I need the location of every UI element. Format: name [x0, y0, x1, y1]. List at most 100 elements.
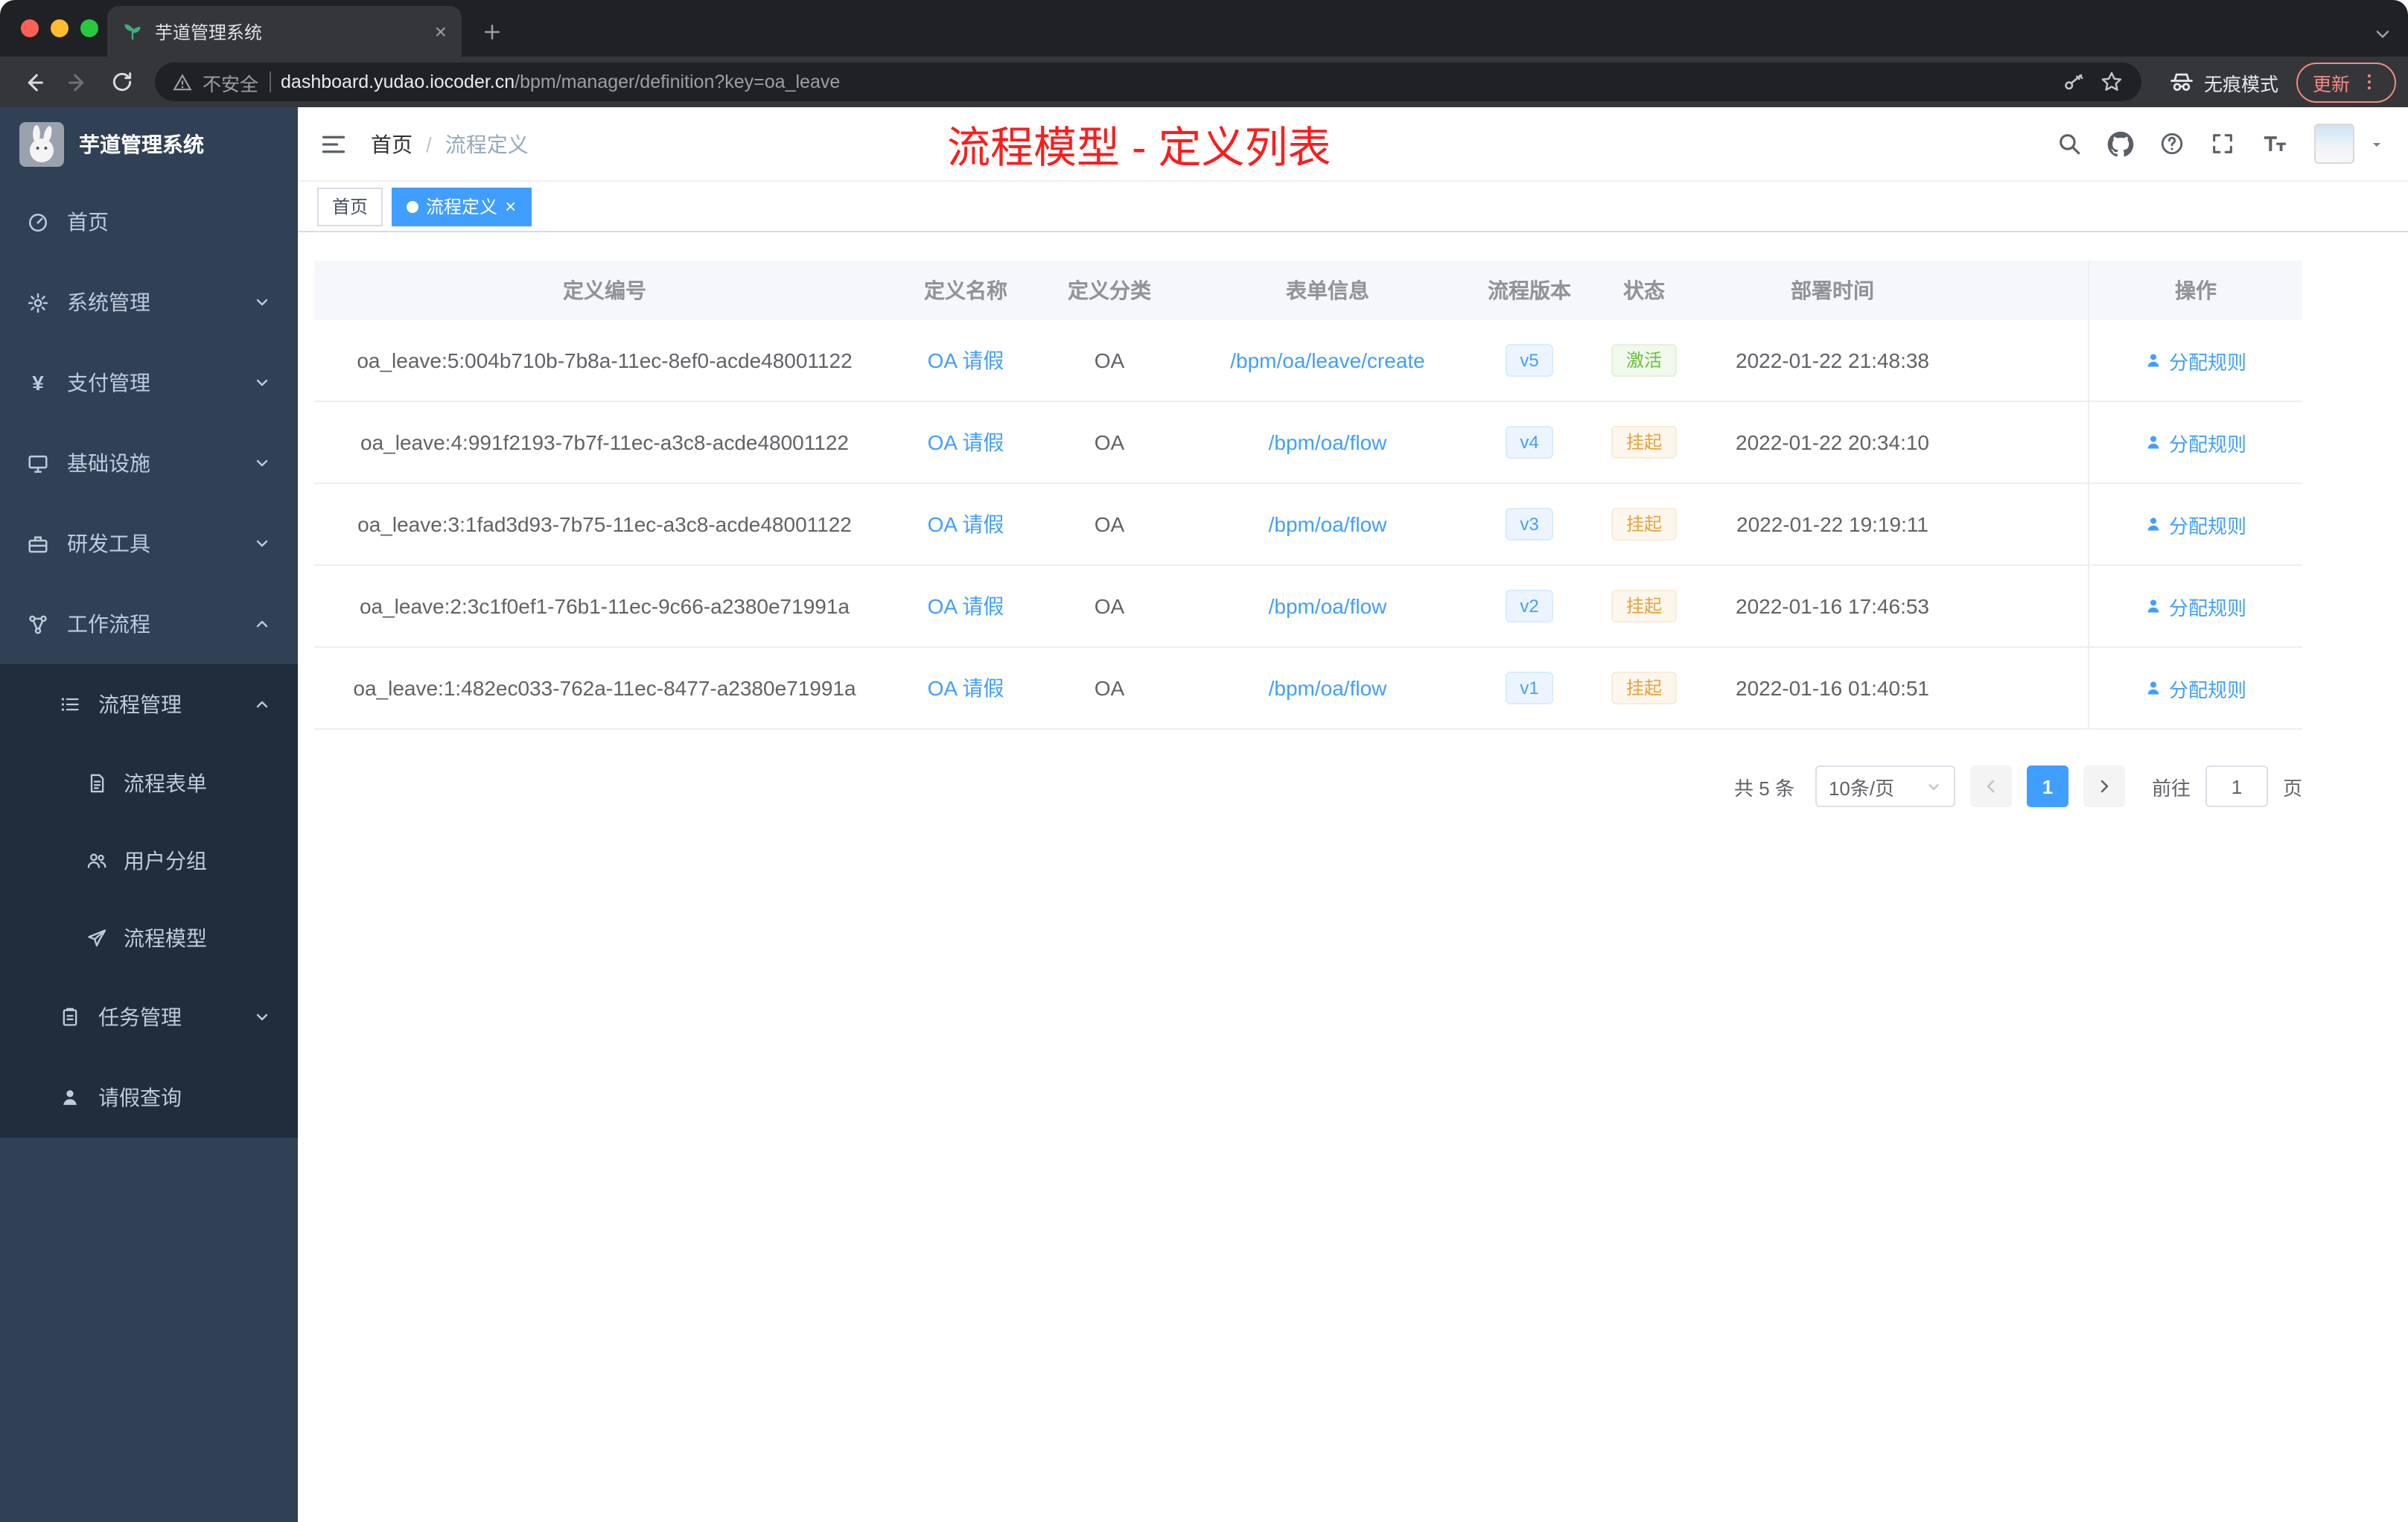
bookmark-star-icon[interactable]	[2100, 70, 2124, 94]
back-icon[interactable]	[12, 61, 54, 103]
update-button[interactable]: 更新	[2296, 62, 2396, 102]
pagination: 共 5 条 10条/页 1 前往 1 页	[314, 765, 2302, 807]
prev-page-button[interactable]	[1969, 765, 2012, 807]
page-size-select[interactable]: 10条/页	[1815, 765, 1955, 807]
tag-process-definition[interactable]: 流程定义 ×	[392, 187, 532, 226]
close-window-button[interactable]	[21, 19, 39, 37]
table-header-row: 定义编号 定义名称 定义分类 表单信息 流程版本 状态 部署时间 操作	[314, 261, 2302, 320]
user-avatar[interactable]	[2314, 124, 2354, 164]
form-link[interactable]: /bpm/oa/flow	[1269, 594, 1387, 618]
reload-icon[interactable]	[101, 61, 143, 103]
sidebar-item-label: 首页	[67, 210, 109, 234]
hamburger-icon[interactable]	[320, 130, 347, 157]
tag-close-icon[interactable]: ×	[505, 197, 516, 216]
chevron-down-icon	[253, 374, 271, 392]
zoom-window-button[interactable]	[80, 19, 98, 37]
url-host: dashboard.yudao.iocoder.cn	[281, 71, 515, 92]
person-icon	[60, 1087, 80, 1108]
sidebar-item-process-model[interactable]: 流程模型	[0, 899, 298, 977]
chevron-up-icon	[253, 695, 271, 713]
app-logo[interactable]: 芋道管理系统	[0, 107, 298, 182]
assign-rule-button[interactable]: 分配规则	[2145, 428, 2246, 456]
definition-name-link[interactable]: OA 请假	[928, 346, 1004, 375]
annotation-text: 流程模型 - 定义列表	[947, 125, 1331, 173]
app-title: 芋道管理系统	[79, 133, 204, 156]
assign-rule-button[interactable]: 分配规则	[2145, 510, 2246, 538]
sidebar-item-task-mgmt[interactable]: 任务管理	[0, 977, 298, 1057]
definition-name-link[interactable]: OA 请假	[928, 509, 1004, 539]
definition-name-link[interactable]: OA 请假	[928, 591, 1004, 621]
definition-category: OA	[1094, 348, 1125, 372]
forward-icon[interactable]	[57, 61, 98, 103]
yen-icon: ¥	[32, 371, 44, 395]
sidebar-item-system[interactable]: 系统管理	[0, 262, 298, 343]
sidebar-item-workflow[interactable]: 工作流程	[0, 584, 298, 664]
table-row: oa_leave:2:3c1f0ef1-76b1-11ec-9c66-a2380…	[314, 566, 2302, 648]
breadcrumb-current: 流程定义	[445, 132, 529, 156]
sidebar-item-user-group[interactable]: 用户分组	[0, 822, 298, 899]
search-icon[interactable]	[2057, 131, 2082, 156]
tab-close-icon[interactable]: ×	[435, 21, 447, 42]
form-link[interactable]: /bpm/oa/flow	[1269, 676, 1387, 700]
goto-page-input[interactable]	[2205, 765, 2268, 807]
sidebar-item-label: 请假查询	[98, 1086, 182, 1109]
address-bar[interactable]: 不安全 dashboard.yudao.iocoder.cn/bpm/manag…	[155, 63, 2141, 101]
menu-dots-icon[interactable]	[2359, 71, 2380, 92]
next-page-button[interactable]	[2083, 765, 2125, 807]
font-size-icon[interactable]	[2261, 131, 2289, 156]
github-icon[interactable]	[2107, 130, 2134, 157]
sidebar-item-process-form[interactable]: 流程表单	[0, 745, 298, 822]
sidebar-menu: 首页 系统管理 ¥ 支付管理 基础设施 研发工具 工作流程 流程管理 流程表单 …	[0, 182, 298, 1138]
breadcrumb-home[interactable]: 首页	[371, 129, 413, 159]
definition-id: oa_leave:1:482ec033-762a-11ec-8477-a2380…	[353, 676, 856, 700]
assign-rule-button[interactable]: 分配规则	[2145, 346, 2246, 375]
person-icon	[2148, 354, 2160, 367]
status-badge: 激活	[1611, 344, 1677, 377]
not-secure-label: 不安全	[203, 74, 259, 95]
browser-tab[interactable]: 芋道管理系统 ×	[107, 6, 462, 57]
form-link[interactable]: /bpm/oa/leave/create	[1230, 348, 1425, 372]
definition-id: oa_leave:2:3c1f0ef1-76b1-11ec-9c66-a2380…	[359, 594, 850, 618]
tab-search-icon[interactable]	[2372, 24, 2393, 45]
definition-table: 定义编号 定义名称 定义分类 表单信息 流程版本 状态 部署时间 操作 oa_l…	[314, 261, 2302, 730]
new-tab-button[interactable]	[471, 10, 512, 52]
assign-rule-button[interactable]: 分配规则	[2145, 592, 2246, 620]
paper-plane-icon	[86, 928, 107, 949]
fullscreen-icon[interactable]	[2210, 131, 2235, 156]
sidebar-item-payment[interactable]: ¥ 支付管理	[0, 343, 298, 423]
row-spacer	[1963, 566, 2088, 646]
assign-rule-label: 分配规则	[2168, 678, 2246, 701]
sidebar-item-devtools[interactable]: 研发工具	[0, 503, 298, 584]
definition-name-link[interactable]: OA 请假	[928, 673, 1004, 703]
sidebar-item-process-mgmt[interactable]: 流程管理	[0, 664, 298, 745]
clipboard-icon	[60, 1007, 80, 1028]
assign-rule-button[interactable]: 分配规则	[2145, 674, 2246, 702]
password-key-icon[interactable]	[2063, 71, 2085, 93]
breadcrumb-separator: /	[426, 132, 432, 156]
tag-home[interactable]: 首页	[317, 187, 383, 226]
deploy-time: 2022-01-22 20:34:10	[1736, 430, 1929, 454]
sidebar-item-home[interactable]: 首页	[0, 182, 298, 262]
avatar-caret-icon[interactable]	[2368, 135, 2386, 153]
definition-name-link[interactable]: OA 请假	[928, 427, 1004, 457]
definition-category: OA	[1094, 676, 1125, 700]
assign-rule-label: 分配规则	[2168, 433, 2246, 455]
deploy-time: 2022-01-22 19:19:11	[1736, 512, 1928, 536]
sidebar-item-label: 流程模型	[124, 926, 207, 950]
assign-rule-label: 分配规则	[2168, 351, 2246, 373]
gear-icon	[27, 291, 49, 313]
form-link[interactable]: /bpm/oa/flow	[1269, 512, 1387, 536]
page-number-1[interactable]: 1	[2026, 765, 2068, 807]
tag-label: 首页	[332, 197, 369, 217]
sidebar-item-leave-query[interactable]: 请假查询	[0, 1057, 298, 1138]
minimize-window-button[interactable]	[51, 19, 69, 37]
form-link[interactable]: /bpm/oa/flow	[1269, 430, 1387, 454]
navbar-actions	[2057, 124, 2386, 164]
sidebar-item-infrastructure[interactable]: 基础设施	[0, 423, 298, 503]
column-header: 定义名称	[924, 278, 1007, 302]
sidebar-item-label: 系统管理	[67, 290, 150, 314]
url-path: /bpm/manager/definition?key=oa_leave	[515, 71, 841, 92]
help-icon[interactable]	[2159, 131, 2185, 156]
incognito-label: 无痕模式	[2203, 74, 2278, 95]
column-header: 操作	[2088, 261, 2302, 320]
